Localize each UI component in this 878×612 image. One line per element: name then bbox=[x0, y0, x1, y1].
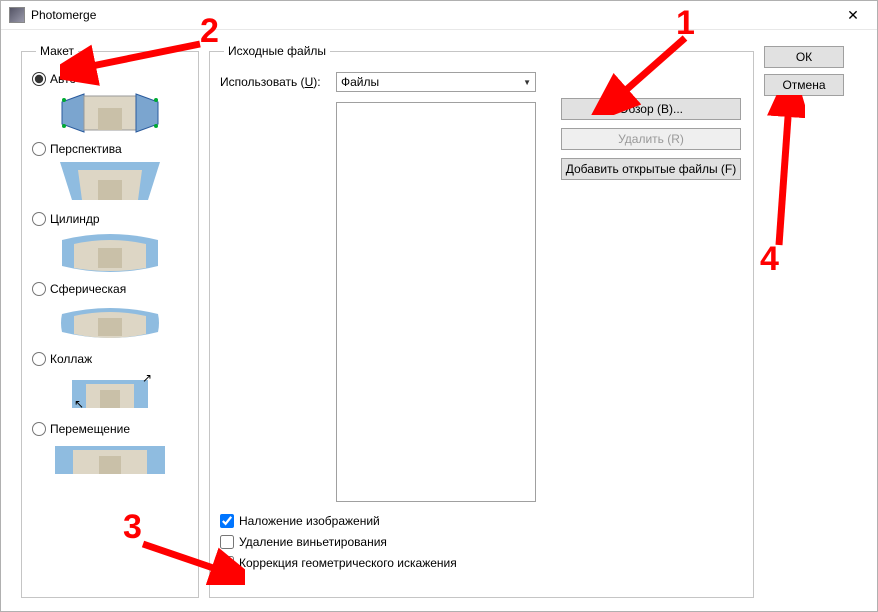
layout-cylinder-row[interactable]: Цилиндр bbox=[32, 212, 188, 226]
source-legend: Исходные файлы bbox=[224, 44, 330, 58]
titlebar: Photomerge ✕ bbox=[1, 1, 877, 30]
layout-legend: Макет bbox=[36, 44, 78, 58]
remove-button[interactable]: Удалить (R) bbox=[561, 128, 741, 150]
source-fieldset: Исходные файлы Использовать (U): Файлы О… bbox=[209, 44, 754, 598]
file-list[interactable] bbox=[336, 102, 536, 502]
layout-perspective-row[interactable]: Перспектива bbox=[32, 142, 188, 156]
add-open-files-button[interactable]: Добавить открытые файлы (F) bbox=[561, 158, 741, 180]
layout-perspective-label: Перспектива bbox=[50, 142, 122, 156]
layout-thumb-perspective-icon bbox=[60, 162, 160, 204]
layout-collage-radio[interactable] bbox=[32, 352, 46, 366]
vignette-checkbox[interactable] bbox=[220, 535, 234, 549]
svg-text:↖: ↖ bbox=[74, 397, 84, 411]
vignette-check-row[interactable]: Удаление виньетирования bbox=[220, 535, 743, 549]
use-select-value: Файлы bbox=[341, 75, 379, 89]
use-select[interactable]: Файлы bbox=[336, 72, 536, 92]
layout-cylinder-radio[interactable] bbox=[32, 212, 46, 226]
blend-check-row[interactable]: Наложение изображений bbox=[220, 514, 743, 528]
layout-auto-row[interactable]: Авто bbox=[32, 72, 188, 86]
thumb-reposition-wrap bbox=[32, 442, 188, 478]
browse-button[interactable]: Обзор (B)... bbox=[561, 98, 741, 120]
photomerge-dialog: Photomerge ✕ Макет Авто bbox=[0, 0, 878, 612]
thumb-collage-wrap: ↖ ↗ bbox=[32, 372, 188, 414]
dialog-buttons: ОК Отмена bbox=[764, 46, 844, 598]
layout-spherical-label: Сферическая bbox=[50, 282, 126, 296]
use-row: Использовать (U): Файлы bbox=[220, 72, 743, 92]
layout-reposition-radio[interactable] bbox=[32, 422, 46, 436]
photoshop-app-icon bbox=[9, 7, 25, 23]
thumb-auto-wrap bbox=[32, 92, 188, 134]
layout-spherical-row[interactable]: Сферическая bbox=[32, 282, 188, 296]
window-close-button[interactable]: ✕ bbox=[831, 1, 875, 29]
layout-auto-label: Авто bbox=[50, 72, 76, 86]
thumb-spherical-wrap bbox=[32, 302, 188, 344]
layout-thumb-reposition-icon bbox=[55, 442, 165, 478]
blend-checkbox[interactable] bbox=[220, 514, 234, 528]
dialog-content: Макет Авто Перспектива bbox=[1, 30, 877, 612]
layout-thumb-auto-icon bbox=[60, 92, 160, 134]
layout-fieldset: Макет Авто Перспектива bbox=[21, 44, 199, 598]
geometric-check-row[interactable]: Коррекция геометрического искажения bbox=[220, 556, 743, 570]
layout-collage-label: Коллаж bbox=[50, 352, 92, 366]
cancel-button[interactable]: Отмена bbox=[764, 74, 844, 96]
layout-perspective-radio[interactable] bbox=[32, 142, 46, 156]
use-label: Использовать (U): bbox=[220, 75, 330, 89]
layout-reposition-label: Перемещение bbox=[50, 422, 130, 436]
layout-collage-row[interactable]: Коллаж bbox=[32, 352, 188, 366]
file-actions-panel: Обзор (B)... Удалить (R) Добавить открыт… bbox=[561, 98, 741, 180]
ok-button[interactable]: ОК bbox=[764, 46, 844, 68]
thumb-perspective-wrap bbox=[32, 162, 188, 204]
layout-cylinder-label: Цилиндр bbox=[50, 212, 100, 226]
blend-label: Наложение изображений bbox=[239, 514, 380, 528]
geometric-checkbox[interactable] bbox=[220, 556, 234, 570]
thumb-cylinder-wrap bbox=[32, 232, 188, 274]
layout-thumb-spherical-icon bbox=[60, 302, 160, 344]
checks-group: Наложение изображений Удаление виньетиро… bbox=[220, 514, 743, 570]
window-title: Photomerge bbox=[31, 8, 831, 22]
layout-reposition-row[interactable]: Перемещение bbox=[32, 422, 188, 436]
layout-spherical-radio[interactable] bbox=[32, 282, 46, 296]
layout-auto-radio[interactable] bbox=[32, 72, 46, 86]
layout-thumb-collage-icon: ↖ ↗ bbox=[60, 372, 160, 414]
svg-text:↗: ↗ bbox=[142, 372, 152, 385]
geometric-label: Коррекция геометрического искажения bbox=[239, 556, 457, 570]
layout-thumb-cylinder-icon bbox=[60, 232, 160, 274]
vignette-label: Удаление виньетирования bbox=[239, 535, 387, 549]
